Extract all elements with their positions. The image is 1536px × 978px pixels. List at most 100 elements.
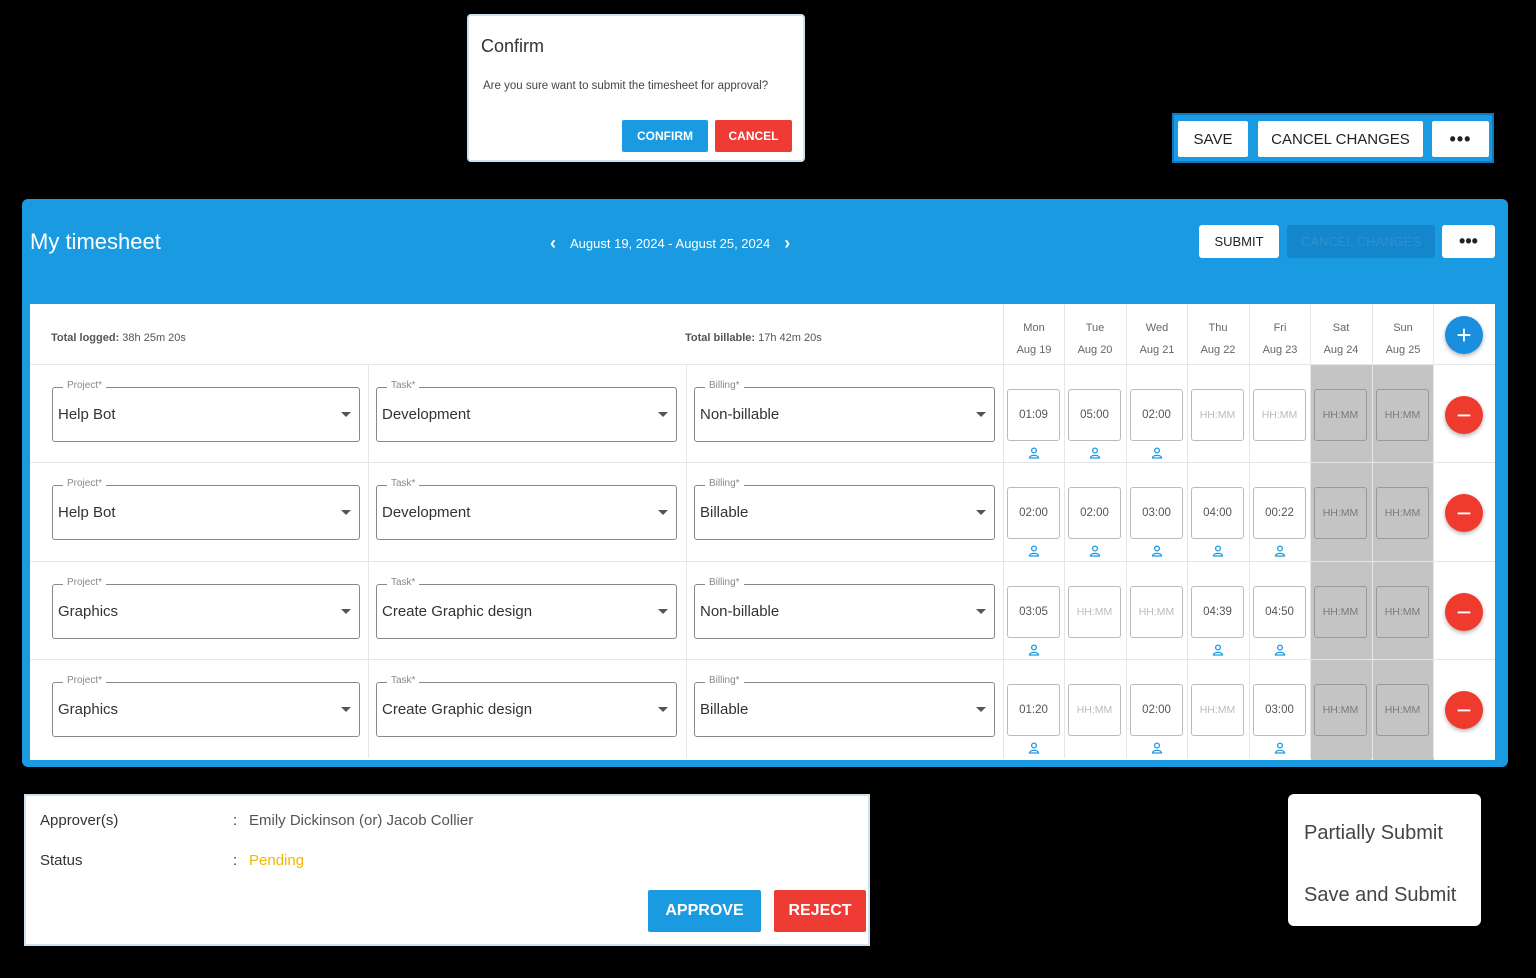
dropdown-caret-icon [341,510,351,515]
time-entry-input[interactable]: 03:00 [1130,487,1183,539]
remove-row-button[interactable]: − [1445,494,1483,532]
submit-button[interactable]: SUBMIT [1199,225,1279,258]
time-entry-input[interactable]: 01:09 [1007,389,1060,441]
approve-button[interactable]: APPROVE [648,890,761,932]
dropdown-caret-icon [658,412,668,417]
project-select[interactable]: Project* Graphics [52,675,360,737]
time-entry-input[interactable]: HH:MM [1253,389,1306,441]
time-entry-input[interactable]: 00:22 [1253,487,1306,539]
time-entry-input[interactable]: HH:MM [1191,684,1244,736]
column-divider [1064,463,1065,561]
time-entry-input[interactable]: 03:05 [1007,586,1060,638]
time-entry-input[interactable]: HH:MM [1314,586,1367,638]
time-entry-input[interactable]: 04:50 [1253,586,1306,638]
user-icon[interactable] [1212,544,1224,557]
user-icon[interactable] [1089,544,1101,557]
user-icon[interactable] [1274,544,1286,557]
project-field-label: Project* [63,380,107,391]
column-divider [1249,463,1250,561]
time-entry-input[interactable]: HH:MM [1191,389,1244,441]
task-field-label: Task* [387,675,420,686]
time-entry-input[interactable]: HH:MM [1314,389,1367,441]
task-select[interactable]: Task* Create Graphic design [376,577,677,639]
confirm-title: Confirm [481,36,545,56]
billing-select[interactable]: Billing* Non-billable [694,380,995,442]
time-entry-input[interactable]: 02:00 [1130,389,1183,441]
column-divider [1433,365,1434,463]
column-divider [368,660,369,758]
day-date: Aug 19 [1016,344,1052,356]
column-divider [1310,463,1311,561]
task-select[interactable]: Task* Development [376,380,677,442]
day-date: Aug 23 [1262,344,1298,356]
day-name: Wed [1145,322,1169,334]
task-select[interactable]: Task* Create Graphic design [376,675,677,737]
dropdown-caret-icon [976,609,986,614]
time-entry-input[interactable]: HH:MM [1068,684,1121,736]
task-value: Development [382,406,471,423]
column-divider [1003,463,1004,561]
remove-row-button[interactable]: − [1445,691,1483,729]
remove-row-button[interactable]: − [1445,593,1483,631]
user-icon[interactable] [1274,741,1286,754]
time-entry-input[interactable]: HH:MM [1314,684,1367,736]
user-icon[interactable] [1274,643,1286,656]
column-divider [1310,562,1311,660]
day-header: Tue Aug 20 [1064,304,1125,364]
project-select[interactable]: Project* Help Bot [52,380,360,442]
time-entry-input[interactable]: HH:MM [1314,487,1367,539]
column-divider [1187,562,1188,660]
time-entry-input[interactable]: 05:00 [1068,389,1121,441]
time-entry-input[interactable]: 04:39 [1191,586,1244,638]
billing-select[interactable]: Billing* Non-billable [694,577,995,639]
time-entry-input[interactable]: HH:MM [1068,586,1121,638]
more-options-button[interactable]: ••• [1442,225,1495,258]
add-row-button[interactable]: + [1445,316,1483,354]
column-divider [1433,660,1434,758]
save-button[interactable]: SAVE [1178,121,1248,157]
user-icon[interactable] [1151,544,1163,557]
menu-item-partially-submit[interactable]: Partially Submit [1304,822,1443,845]
time-entry-input[interactable]: 01:20 [1007,684,1060,736]
billing-select[interactable]: Billing* Billable [694,675,995,737]
dropdown-caret-icon [658,609,668,614]
time-entry-input[interactable]: 02:00 [1068,487,1121,539]
time-entry-input[interactable]: HH:MM [1376,586,1429,638]
user-icon[interactable] [1028,643,1040,656]
project-select[interactable]: Project* Graphics [52,577,360,639]
column-divider [686,365,687,463]
task-field-label: Task* [387,478,420,489]
user-icon[interactable] [1028,741,1040,754]
chevron-left-icon[interactable]: ‹ [550,233,556,254]
time-entry-input[interactable]: HH:MM [1376,487,1429,539]
time-entry-input[interactable]: HH:MM [1130,586,1183,638]
time-entry-input[interactable]: 02:00 [1130,684,1183,736]
confirm-button[interactable]: CONFIRM [622,120,708,152]
task-select[interactable]: Task* Development [376,478,677,540]
billing-select[interactable]: Billing* Billable [694,478,995,540]
user-icon[interactable] [1212,643,1224,656]
column-divider [1249,365,1250,463]
user-icon[interactable] [1151,446,1163,459]
cancel-button[interactable]: CANCEL [715,120,792,152]
time-entry-input[interactable]: 04:00 [1191,487,1244,539]
user-icon[interactable] [1151,741,1163,754]
time-entry-input[interactable]: 02:00 [1007,487,1060,539]
user-icon[interactable] [1089,446,1101,459]
user-icon[interactable] [1028,544,1040,557]
cancel-changes-button[interactable]: CANCEL CHANGES [1258,121,1423,157]
remove-row-button[interactable]: − [1445,396,1483,434]
user-icon[interactable] [1028,446,1040,459]
project-field-label: Project* [63,577,107,588]
project-select[interactable]: Project* Help Bot [52,478,360,540]
cancel-changes-button-disabled[interactable]: CANCEL CHANGES [1287,225,1435,258]
date-navigator: ‹ August 19, 2024 - August 25, 2024 › [550,233,790,254]
menu-item-save-and-submit[interactable]: Save and Submit [1304,884,1456,907]
more-options-button[interactable]: ••• [1432,121,1489,157]
column-divider [1372,463,1373,561]
time-entry-input[interactable]: 03:00 [1253,684,1306,736]
time-entry-input[interactable]: HH:MM [1376,684,1429,736]
time-entry-input[interactable]: HH:MM [1376,389,1429,441]
chevron-right-icon[interactable]: › [784,233,790,254]
reject-button[interactable]: REJECT [774,890,866,932]
